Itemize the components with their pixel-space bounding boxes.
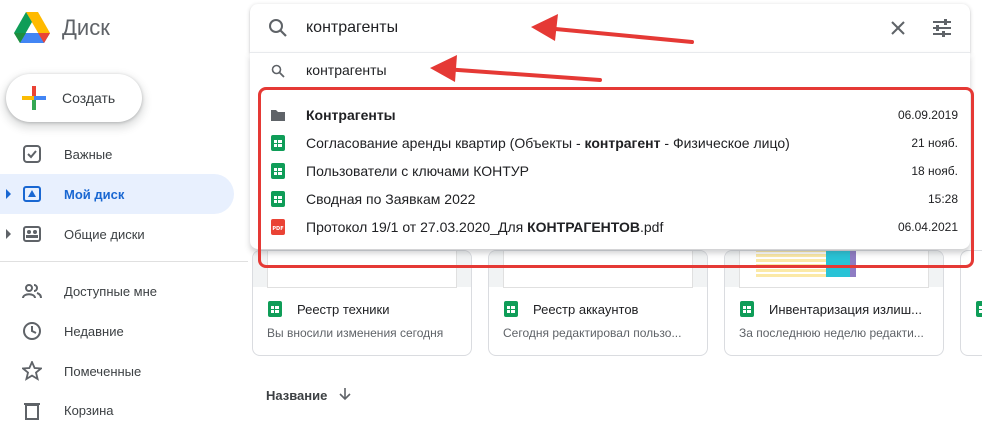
search-result-date: 06.04.2021 — [897, 220, 958, 234]
file-card-title: Реестр аккаунтов — [533, 302, 639, 317]
expand-arrow-icon[interactable] — [6, 229, 11, 239]
search-result-date: 18 нояб. — [911, 164, 958, 178]
search-result-name: Контрагенты — [306, 107, 396, 123]
file-card-subtitle: За последнюю неделю редакти... — [739, 326, 924, 340]
sheets-icon — [271, 163, 285, 179]
drive-icon — [23, 186, 41, 202]
app-name: Диск — [62, 15, 110, 40]
sidebar-item-shared-with-me[interactable]: Доступные мне — [0, 271, 234, 311]
sidebar-item-my-drive[interactable]: Мой диск — [0, 174, 234, 214]
sheets-icon — [740, 301, 754, 317]
search-dropdown: контрагенты Контрагенты 06.09.2019 Согла… — [250, 52, 970, 249]
sheets-icon — [504, 301, 518, 317]
search-input[interactable] — [306, 16, 846, 40]
shared-drives-icon — [23, 226, 41, 242]
file-card[interactable]: Инвентаризация излиш... За последнюю нед… — [724, 250, 944, 356]
sheets-icon — [976, 301, 982, 317]
sheets-icon — [271, 191, 285, 207]
search-bar[interactable] — [250, 4, 970, 52]
search-icon[interactable] — [266, 16, 290, 40]
checkbox-icon — [23, 145, 41, 163]
sidebar-item-shared-drives[interactable]: Общие диски — [0, 214, 234, 254]
search-result-row[interactable]: PDF Протокол 19/1 от 27.03.2020_Для КОНТ… — [250, 213, 970, 241]
expand-arrow-icon[interactable] — [6, 189, 11, 199]
sidebar-item-label: Помеченные — [64, 363, 142, 379]
result-name-match: КОНТРАГЕНТОВ — [527, 219, 640, 235]
sidebar-item-label: Мой диск — [64, 186, 125, 202]
star-icon — [22, 361, 42, 381]
file-card[interactable]: Реестр аккаунтов Сегодня редактировал по… — [488, 250, 708, 356]
sidebar-item-label: Важные — [64, 146, 113, 162]
sidebar-item-label: Общие диски — [64, 226, 145, 242]
result-name-part: Согласование аренды квартир (Объекты - — [306, 135, 585, 151]
file-thumbnail — [253, 251, 471, 288]
search-result-name: Сводная по Заявкам 2022 — [306, 191, 476, 207]
result-name-part: .pdf — [640, 219, 664, 235]
plus-icon — [22, 86, 46, 110]
clock-icon — [23, 322, 41, 340]
sidebar-item-recent[interactable]: Недавние — [0, 311, 234, 351]
drive-logo[interactable]: Диск — [12, 8, 110, 48]
sidebar-item-starred-important[interactable]: Важные — [0, 134, 234, 174]
sidebar-item-label: Корзина — [64, 402, 114, 418]
trash-icon — [24, 403, 40, 420]
close-icon[interactable] — [886, 16, 910, 40]
sidebar-item-starred[interactable]: Помеченные — [0, 351, 234, 391]
file-card-title: Реестр техники — [297, 302, 390, 317]
file-card-subtitle: Вы вносили изменения сегодня — [267, 326, 444, 340]
search-result-row[interactable]: Согласование аренды квартир (Объекты - к… — [250, 129, 970, 157]
result-name-match: контрагент — [584, 135, 661, 151]
result-name-part: Протокол 19/1 от 27.03.2020_Для — [306, 219, 528, 235]
search-result-row[interactable]: Сводная по Заявкам 2022 15:28 — [250, 185, 970, 213]
search-suggestion[interactable]: контрагенты — [250, 53, 970, 87]
people-icon — [22, 284, 42, 299]
pdf-icon: PDF — [271, 219, 285, 235]
file-card-title: Инвентаризация излиш... — [769, 302, 922, 317]
search-result-row[interactable]: Пользователи с ключами КОНТУР 18 нояб. — [250, 157, 970, 185]
search-result-name: Согласование аренды квартир (Объекты - к… — [306, 135, 790, 151]
search-result-date: 15:28 — [927, 192, 958, 206]
search-suggestion-text: контрагенты — [306, 62, 387, 78]
search-result-date: 06.09.2019 — [897, 108, 958, 122]
search-icon — [271, 64, 285, 78]
file-card[interactable]: Реестр техники Вы вносили изменения сего… — [252, 250, 472, 356]
file-thumbnail — [725, 251, 943, 288]
file-thumbnail — [489, 251, 707, 288]
file-card[interactable] — [960, 250, 982, 356]
folder-icon — [271, 110, 285, 121]
arrow-down-icon[interactable] — [338, 387, 352, 401]
result-name-part: - Физическое лицо) — [660, 135, 790, 151]
file-card-subtitle: Сегодня редактировал пользо... — [503, 326, 682, 340]
sidebar-divider — [0, 261, 248, 262]
sidebar-item-trash[interactable]: Корзина — [0, 390, 234, 430]
search-result-row[interactable]: Контрагенты 06.09.2019 — [250, 101, 970, 129]
drive-logo-icon — [14, 12, 50, 43]
create-button[interactable]: Создать — [6, 74, 142, 122]
sidebar-item-label: Доступные мне — [64, 283, 158, 299]
search-options-icon[interactable] — [930, 16, 954, 40]
search-result-date: 21 нояб. — [911, 136, 958, 150]
column-header-name[interactable]: Название — [266, 388, 327, 403]
svg-text:PDF: PDF — [272, 226, 283, 232]
search-result-name: Пользователи с ключами КОНТУР — [306, 163, 529, 179]
sheets-icon — [268, 301, 282, 317]
sheets-icon — [271, 135, 285, 151]
search-result-name: Протокол 19/1 от 27.03.2020_Для КОНТРАГЕ… — [306, 219, 663, 235]
create-button-label: Создать — [62, 90, 116, 106]
sidebar-item-label: Недавние — [64, 323, 124, 339]
